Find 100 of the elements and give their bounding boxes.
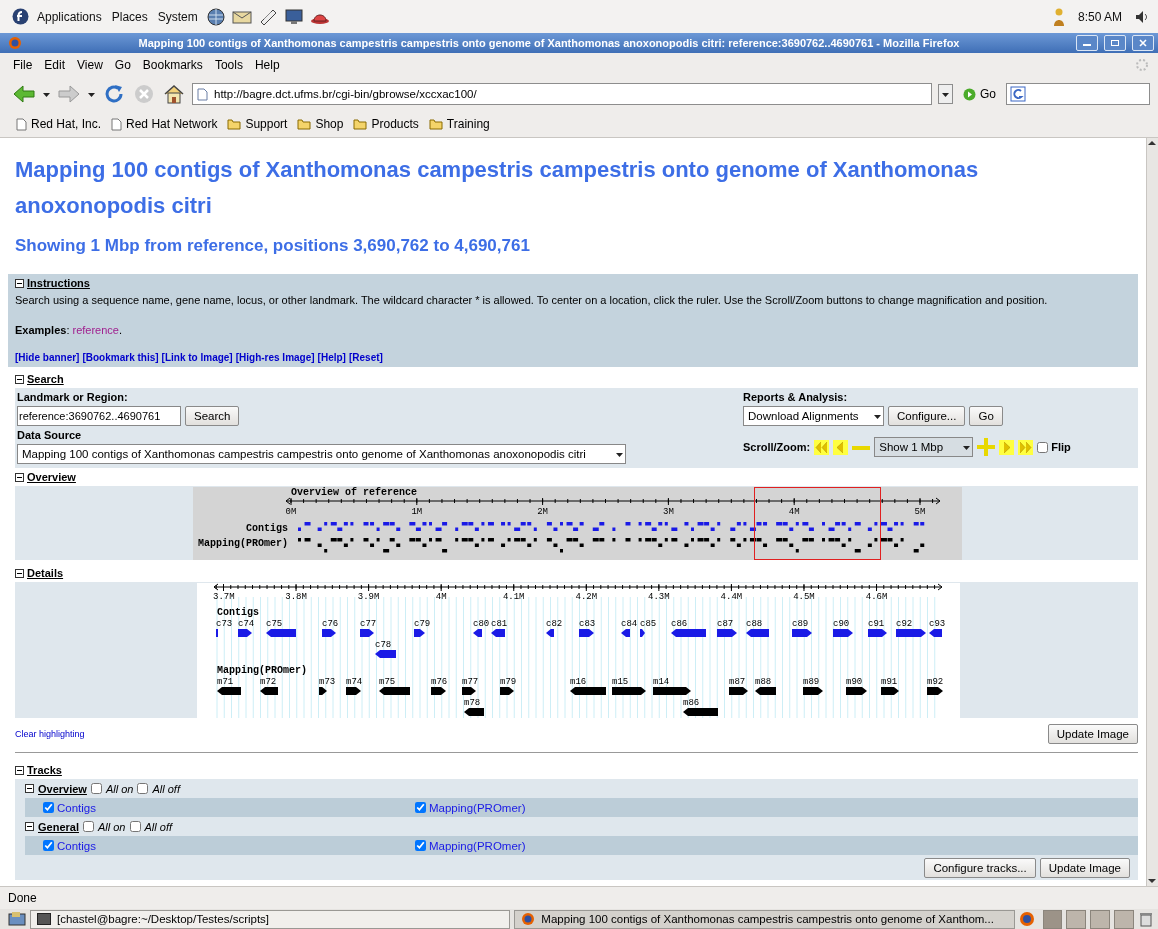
feature-label: c90: [833, 619, 850, 629]
feature-label: c76: [322, 619, 339, 629]
menu-item[interactable]: File: [8, 56, 38, 74]
menu-item[interactable]: Go: [109, 56, 136, 74]
search-button[interactable]: Search: [185, 406, 240, 426]
tick-label: 3M: [663, 507, 674, 517]
track-link[interactable]: Contigs: [57, 801, 96, 814]
clock[interactable]: 8:50 AM: [1077, 9, 1122, 24]
feature-label: c82: [546, 619, 563, 629]
section-heading[interactable]: Tracks: [27, 764, 62, 776]
feature-label: m76: [431, 677, 448, 687]
bookmark-item[interactable]: Products: [353, 117, 419, 131]
feature-label: c81: [491, 619, 508, 629]
group-heading[interactable]: Overview: [38, 782, 87, 795]
group-heading[interactable]: General: [38, 820, 79, 833]
feature-label: c93: [929, 619, 946, 629]
instructions-text: Search using a sequence name, gene name, locus, or other landmark. The wildcard character * is allowed. To center on a location, click the ruler. Use the Scroll/Zoom buttons to change magnification and position.: [15, 294, 1049, 306]
feature-label: c84: [621, 619, 638, 629]
tick-label: 3.8M: [285, 592, 307, 602]
section-heading[interactable]: Search: [27, 373, 64, 385]
bookmark-item[interactable]: Red Hat Network: [111, 117, 218, 131]
bookmark-item[interactable]: Red Hat, Inc.: [16, 117, 102, 131]
feature-label: m71: [217, 677, 234, 687]
banner-link[interactable]: [Hide banner]: [15, 352, 80, 363]
feature-label: m15: [612, 677, 629, 687]
example-link[interactable]: reference: [72, 324, 119, 336]
section-heading[interactable]: Overview: [27, 471, 76, 483]
landmark-input[interactable]: reference:3690762..4690761: [17, 406, 181, 426]
go-button[interactable]: Go: [959, 87, 1000, 101]
feature-label: m73: [319, 677, 336, 687]
banner-link[interactable]: [Help]: [317, 352, 346, 363]
feature-label: m16: [570, 677, 587, 687]
bookmark-item[interactable]: Training: [428, 117, 490, 131]
panel-menu[interactable]: Applications: [35, 9, 104, 24]
go-button[interactable]: Go: [969, 406, 1003, 426]
update-image-button[interactable]: Update Image: [1047, 724, 1138, 744]
feature-label: m89: [803, 677, 820, 687]
tick-label: 2M: [537, 507, 548, 517]
data-source-dropdown[interactable]: Mapping 100 contigs of Xanthomonas campestris campestris onto genome of Xanthomonas anoxonopodis citri: [17, 444, 626, 464]
feature-label: c91: [868, 619, 885, 629]
tick-label: 4M: [435, 592, 447, 602]
feature-label: c83: [579, 619, 596, 629]
clear-highlighting-link[interactable]: Clear highlighting: [15, 729, 85, 739]
feature-label: c85: [640, 619, 657, 629]
menu-item[interactable]: Help: [249, 56, 285, 74]
url-field[interactable]: http://bagre.dct.ufms.br/cgi-bin/gbrowse/xccxac100/: [192, 83, 932, 105]
section-heading[interactable]: Instructions: [27, 277, 90, 289]
tick-label: 3.9M: [357, 592, 380, 602]
menu-item[interactable]: View: [72, 56, 108, 74]
menu-item[interactable]: Bookmarks: [137, 56, 208, 74]
field-label: Reports & Analysis:: [743, 391, 849, 403]
banner-link[interactable]: [Bookmark this]: [82, 352, 159, 363]
checkbox-label: All off: [144, 820, 172, 833]
feature-label: m75: [379, 677, 396, 687]
taskbar-button[interactable]: [chastel@bagre:~/Desktop/Testes/scripts]: [30, 909, 511, 929]
field-label: Landmark or Region:: [17, 391, 129, 403]
feature-label: c74: [238, 619, 255, 629]
tick-label: 4.1M: [502, 592, 525, 602]
section-heading[interactable]: Details: [27, 567, 64, 579]
feature-label: m91: [881, 677, 898, 687]
reports-dropdown[interactable]: Download Alignments: [743, 406, 884, 426]
taskbar-button[interactable]: Mapping 100 contigs of Xanthomonas campestris campestris onto genome of Xanthom...: [514, 909, 1015, 929]
zoom-dropdown[interactable]: Show 1 Mbp: [874, 437, 974, 457]
feature-label: c86: [671, 619, 688, 629]
track-label: Mapping(PROmer): [198, 538, 288, 549]
tick-label: 0M: [285, 507, 297, 517]
feature-label: m86: [683, 698, 700, 708]
feature-label: c79: [414, 619, 431, 629]
panel-menu[interactable]: Places: [109, 9, 150, 24]
track-link[interactable]: Mapping(PROmer): [429, 839, 526, 852]
track-link[interactable]: Contigs: [57, 839, 96, 852]
tick-label: 4.5M: [793, 592, 815, 602]
tick-label: 4.6M: [865, 592, 888, 602]
feature-label: c73: [216, 619, 233, 629]
checkbox-label: All on: [97, 820, 126, 833]
feature-label: m79: [500, 677, 517, 687]
feature-label: c89: [792, 619, 809, 629]
panel-menu[interactable]: System: [155, 9, 200, 24]
tick-label: 4.3M: [648, 592, 670, 602]
bookmark-item[interactable]: Support: [227, 117, 288, 131]
checkbox-label: All on: [105, 782, 134, 795]
banner-link[interactable]: [Reset]: [348, 352, 383, 363]
menu-item[interactable]: Edit: [39, 56, 71, 74]
page-title: Mapping 100 contigs of Xanthomonas campestris campestris onto genome of Xanthomonas anoxonopodis citri: [15, 156, 980, 220]
track-label: Mapping(PROmer): [217, 665, 307, 676]
configure-tracks-button[interactable]: Configure tracks...: [924, 858, 1036, 878]
tick-label: 5M: [914, 507, 926, 517]
banner-link[interactable]: [Link to Image]: [161, 352, 233, 363]
feature-label: m90: [846, 677, 863, 687]
update-image-button[interactable]: Update Image: [1039, 858, 1130, 878]
feature-label: c77: [360, 619, 377, 629]
banner-link[interactable]: [High-res Image]: [235, 352, 315, 363]
bookmark-item[interactable]: Shop: [297, 117, 344, 131]
track-link[interactable]: Mapping(PROmer): [429, 801, 526, 814]
menu-item[interactable]: Tools: [209, 56, 248, 74]
feature-label: m14: [653, 677, 670, 687]
feature-label: m72: [260, 677, 277, 687]
configure-button[interactable]: Configure...: [888, 406, 966, 426]
feature-label: c92: [896, 619, 913, 629]
feature-label: m87: [729, 677, 746, 687]
